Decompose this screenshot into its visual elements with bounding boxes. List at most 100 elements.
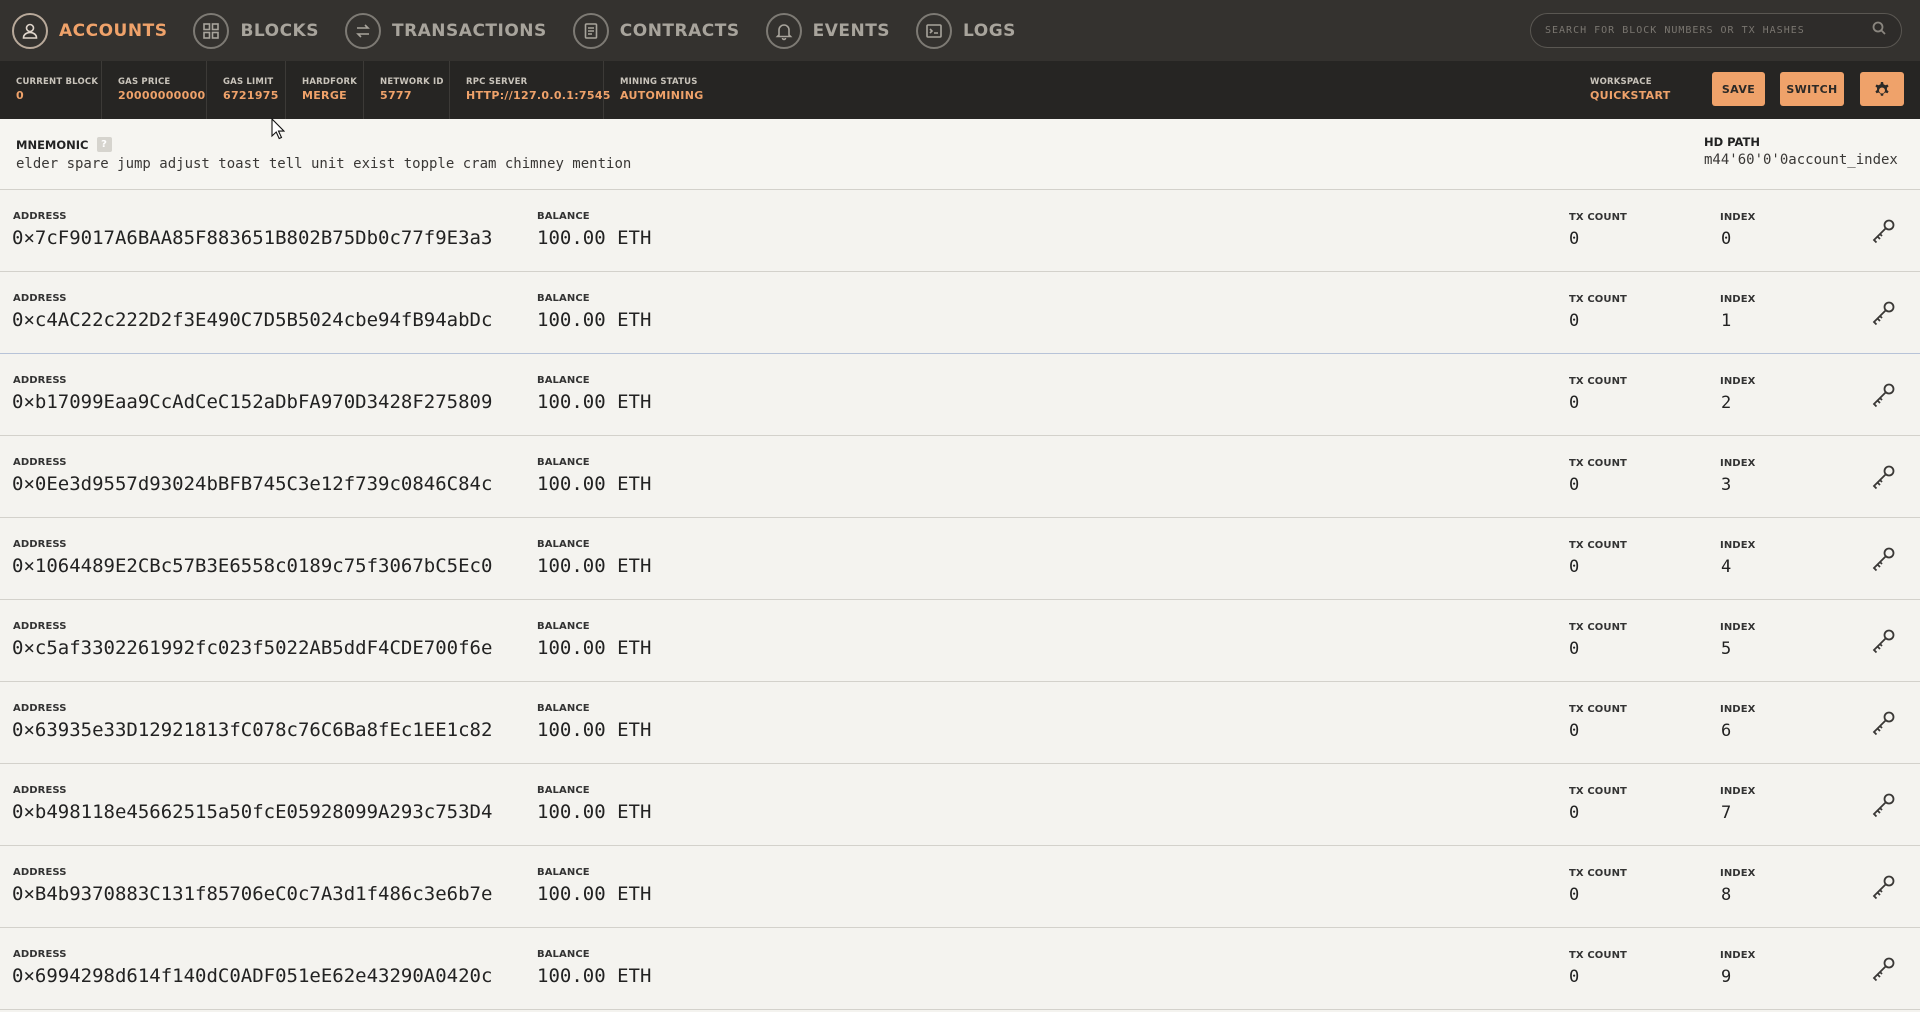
balance-label: BALANCE xyxy=(537,621,590,632)
balance-label: BALANCE xyxy=(537,211,590,222)
index-value: 6 xyxy=(1721,721,1732,741)
address-label: ADDRESS xyxy=(13,785,67,796)
key-icon[interactable] xyxy=(1868,216,1898,246)
address-label: ADDRESS xyxy=(13,539,67,550)
search-input[interactable] xyxy=(1545,25,1871,36)
stat-value: 20000000000 xyxy=(118,89,206,102)
tx-count-label: TX COUNT xyxy=(1569,540,1627,551)
key-icon[interactable] xyxy=(1868,954,1898,984)
key-icon[interactable] xyxy=(1868,380,1898,410)
switch-button[interactable]: SWITCH xyxy=(1780,72,1844,106)
account-row[interactable]: ADDRESS 0×b17099Eaa9CcAdCeC152aDbFA970D3… xyxy=(0,354,1920,436)
account-row[interactable]: ADDRESS 0×7cF9017A6BAA85F883651B802B75Db… xyxy=(0,190,1920,272)
tx-count-value: 0 xyxy=(1569,803,1580,823)
stat-gas-limit: GAS LIMIT 6721975 xyxy=(206,61,279,119)
balance-label: BALANCE xyxy=(537,949,590,960)
nav-item-transactions[interactable]: TRANSACTIONS xyxy=(333,0,561,61)
balance-label: BALANCE xyxy=(537,785,590,796)
balance-label: BALANCE xyxy=(537,867,590,878)
tx-count-label: TX COUNT xyxy=(1569,458,1627,469)
tx-count-label: TX COUNT xyxy=(1569,294,1627,305)
settings-button[interactable] xyxy=(1860,72,1904,106)
help-icon[interactable]: ? xyxy=(96,137,112,152)
index-label: INDEX xyxy=(1720,294,1756,305)
key-icon[interactable] xyxy=(1868,872,1898,902)
tx-count-value: 0 xyxy=(1569,967,1580,987)
stat-label: WORKSPACE xyxy=(1590,77,1652,87)
nav-item-blocks[interactable]: BLOCKS xyxy=(181,0,333,61)
index-label: INDEX xyxy=(1720,212,1756,223)
search-box xyxy=(1530,13,1902,48)
balance-label: BALANCE xyxy=(537,539,590,550)
key-icon[interactable] xyxy=(1868,298,1898,328)
nav-item-contracts[interactable]: CONTRACTS xyxy=(561,0,754,61)
save-button[interactable]: SAVE xyxy=(1712,72,1765,106)
address-label: ADDRESS xyxy=(13,867,67,878)
contracts-icon xyxy=(572,12,609,49)
stat-mining-status: MINING STATUS AUTOMINING xyxy=(603,61,704,119)
account-row[interactable]: ADDRESS 0×1064489E2CBc57B3E6558c0189c75f… xyxy=(0,518,1920,600)
address-label: ADDRESS xyxy=(13,293,67,304)
mnemonic-panel: MNEMONIC ? elder spare jump adjust toast… xyxy=(0,119,1920,190)
blocks-icon xyxy=(193,12,230,49)
accounts-list: ADDRESS 0×7cF9017A6BAA85F883651B802B75Db… xyxy=(0,190,1920,1010)
index-label: INDEX xyxy=(1720,622,1756,633)
index-value: 0 xyxy=(1721,229,1732,249)
tx-count-value: 0 xyxy=(1569,311,1580,331)
account-row[interactable]: ADDRESS 0×b498118e45662515a50fcE05928099… xyxy=(0,764,1920,846)
hd-path-title: HD PATH xyxy=(1704,135,1761,149)
stat-value: 6721975 xyxy=(223,89,279,102)
stat-label: GAS PRICE xyxy=(118,77,171,87)
address-value: 0×b17099Eaa9CcAdCeC152aDbFA970D3428F2758… xyxy=(12,391,493,413)
address-value: 0×6994298d614f140dC0ADF051eE62e43290A042… xyxy=(12,965,493,987)
transactions-icon xyxy=(344,12,381,49)
tx-count-label: TX COUNT xyxy=(1569,212,1627,223)
index-value: 1 xyxy=(1721,311,1732,331)
tx-count-label: TX COUNT xyxy=(1569,622,1627,633)
balance-value: 100.00 ETH xyxy=(537,391,652,413)
logs-icon xyxy=(916,12,953,49)
index-label: INDEX xyxy=(1720,376,1756,387)
nav-item-logs[interactable]: LOGS xyxy=(904,0,1030,61)
stat-network-id: NETWORK ID 5777 xyxy=(363,61,444,119)
mnemonic-words: elder spare jump adjust toast tell unit … xyxy=(16,156,632,172)
index-value: 3 xyxy=(1721,475,1732,495)
gear-icon xyxy=(1872,79,1892,99)
key-icon[interactable] xyxy=(1868,790,1898,820)
hd-path-value: m44'60'0'0account_index xyxy=(1704,152,1898,168)
account-row[interactable]: ADDRESS 0×0Ee3d9557d93024bBFB745C3e12f73… xyxy=(0,436,1920,518)
tx-count-value: 0 xyxy=(1569,229,1580,249)
balance-value: 100.00 ETH xyxy=(537,801,652,823)
bell-icon xyxy=(765,12,802,49)
key-icon[interactable] xyxy=(1868,544,1898,574)
balance-value: 100.00 ETH xyxy=(537,555,652,577)
account-row[interactable]: ADDRESS 0×B4b9370883C131f85706eC0c7A3d1f… xyxy=(0,846,1920,928)
account-row[interactable]: ADDRESS 0×63935e33D12921813fC078c76C6Ba8… xyxy=(0,682,1920,764)
account-row[interactable]: ADDRESS 0×6994298d614f140dC0ADF051eE62e4… xyxy=(0,928,1920,1010)
search-icon[interactable] xyxy=(1871,20,1887,41)
stat-value: MERGE xyxy=(302,89,347,102)
index-value: 8 xyxy=(1721,885,1732,905)
account-row[interactable]: ADDRESS 0×c4AC22c222D2f3E490C7D5B5024cbe… xyxy=(0,272,1920,354)
stat-workspace: WORKSPACE QUICKSTART xyxy=(1574,61,1671,119)
key-icon[interactable] xyxy=(1868,462,1898,492)
index-value: 7 xyxy=(1721,803,1732,823)
stat-label: MINING STATUS xyxy=(620,77,698,87)
tx-count-value: 0 xyxy=(1569,639,1580,659)
nav-item-accounts[interactable]: ACCOUNTS xyxy=(0,0,181,61)
nav-label: BLOCKS xyxy=(240,20,319,41)
nav-label: EVENTS xyxy=(812,20,891,41)
nav-item-events[interactable]: EVENTS xyxy=(754,0,904,61)
balance-value: 100.00 ETH xyxy=(537,965,652,987)
balance-value: 100.00 ETH xyxy=(537,719,652,741)
key-icon[interactable] xyxy=(1868,708,1898,738)
address-value: 0×c5af3302261992fc023f5022AB5ddF4CDE700f… xyxy=(12,637,493,659)
tx-count-label: TX COUNT xyxy=(1569,786,1627,797)
account-row[interactable]: ADDRESS 0×c5af3302261992fc023f5022AB5ddF… xyxy=(0,600,1920,682)
key-icon[interactable] xyxy=(1868,626,1898,656)
nav-label: LOGS xyxy=(963,20,1016,41)
address-value: 0×1064489E2CBc57B3E6558c0189c75f3067bC5E… xyxy=(12,555,493,577)
stat-label: GAS LIMIT xyxy=(223,77,274,87)
index-label: INDEX xyxy=(1720,540,1756,551)
stat-value: 5777 xyxy=(380,89,412,102)
